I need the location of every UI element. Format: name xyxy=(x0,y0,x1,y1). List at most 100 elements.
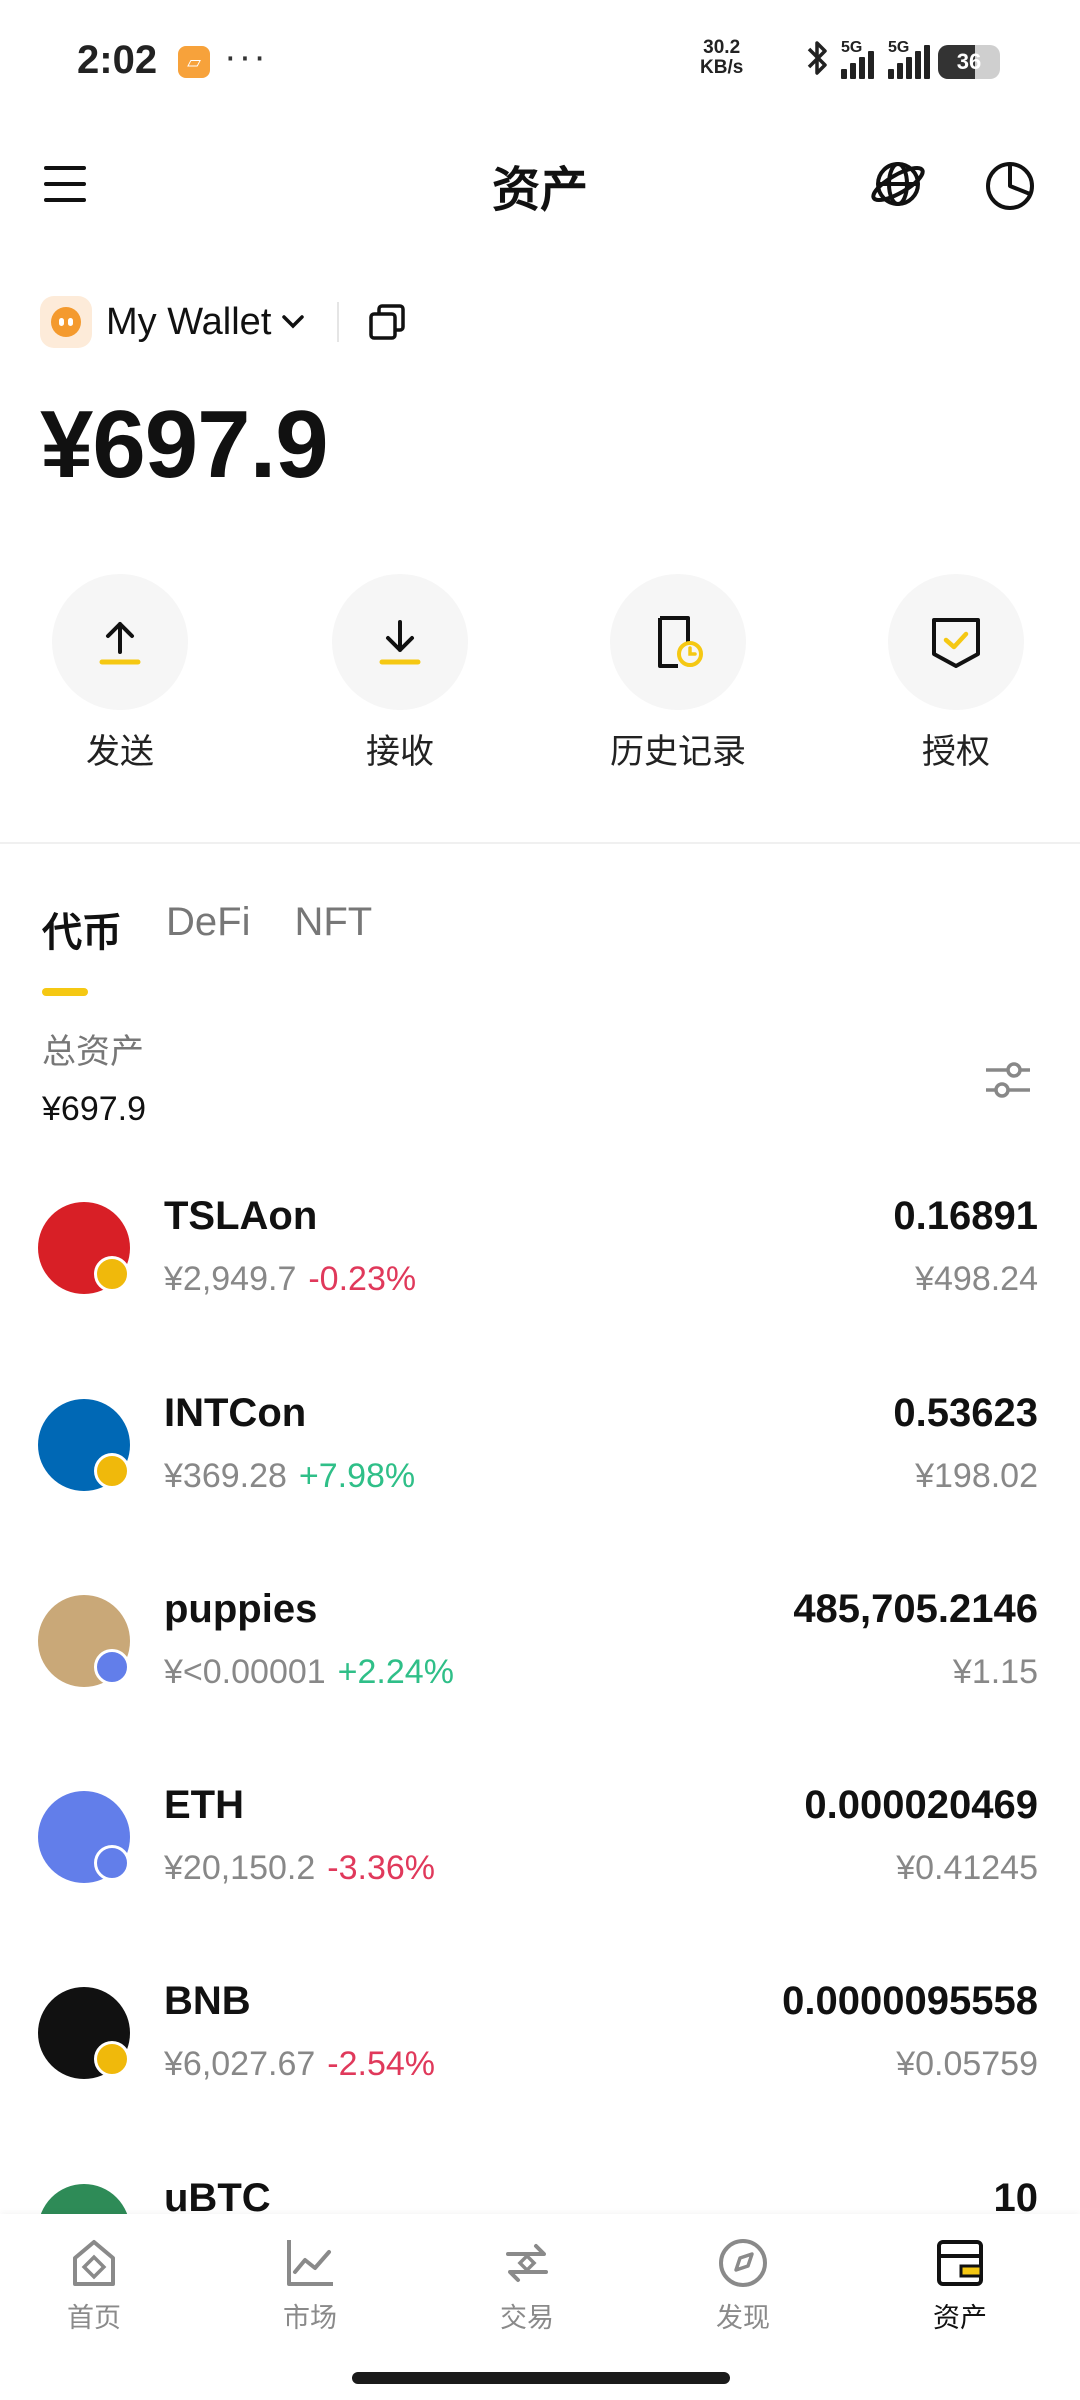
pie-chart-icon[interactable] xyxy=(980,154,1040,214)
nav-discover-label: 发现 xyxy=(716,2303,770,2333)
nav-market[interactable]: 市场 xyxy=(240,2234,380,2335)
swap-icon xyxy=(506,2244,548,2282)
chain-badge-icon xyxy=(94,1649,130,1685)
history-document-icon xyxy=(658,616,703,668)
token-symbol: ETH xyxy=(164,1783,244,1827)
total-assets-value: ¥697.9 xyxy=(42,1090,146,1128)
nav-discover[interactable]: 发现 xyxy=(673,2234,813,2335)
battery-level: 36 xyxy=(956,49,982,74)
token-change: +2.24% xyxy=(337,1653,454,1691)
signal-1-icon: 5G xyxy=(841,39,874,79)
token-row[interactable]: BNB ¥6,027.67 -2.54% 0.0000095558 ¥0.05759 xyxy=(0,1973,1080,2123)
token-symbol: TSLAon xyxy=(164,1194,318,1238)
network-speed-value: 30.2 xyxy=(703,37,741,58)
upload-arrow-icon xyxy=(99,622,141,665)
token-price: ¥<0.00001 xyxy=(164,1653,326,1691)
token-row[interactable]: INTCon ¥369.28 +7.98% 0.53623 ¥198.02 xyxy=(0,1385,1080,1535)
token-symbol: INTCon xyxy=(164,1391,307,1435)
nav-trade[interactable]: 交易 xyxy=(457,2234,597,2335)
token-price: ¥20,150.2 xyxy=(164,1849,316,1887)
token-price-line: ¥369.28 +7.98% xyxy=(164,1457,415,1496)
section-divider xyxy=(0,842,1080,844)
nav-home[interactable]: 首页 xyxy=(24,2234,164,2335)
send-button[interactable]: 发送 xyxy=(10,574,230,773)
nav-assets[interactable]: 资产 xyxy=(890,2234,1030,2335)
network-speed: 30.2 KB/s xyxy=(700,38,743,78)
quick-actions: 发送 接收 历史记录 授权 xyxy=(0,574,1080,774)
app-header: 资产 xyxy=(0,140,1080,230)
token-amount: 0.000020469 xyxy=(804,1783,1038,1827)
tab-nft[interactable]: NFT xyxy=(294,900,372,1000)
token-fiat-value: ¥0.05759 xyxy=(896,2045,1038,2083)
nav-trade-label: 交易 xyxy=(500,2303,554,2333)
token-symbol: puppies xyxy=(164,1587,318,1631)
wallet-balance: ¥697.9 xyxy=(40,391,329,498)
receive-button[interactable]: 接收 xyxy=(290,574,510,773)
nav-market-label: 市场 xyxy=(283,2303,337,2333)
token-row[interactable]: puppies ¥<0.00001 +2.24% 485,705.2146 ¥1.15 xyxy=(0,1581,1080,1731)
compass-icon xyxy=(719,2239,767,2287)
nav-assets-label: 资产 xyxy=(933,2303,987,2333)
home-indicator xyxy=(352,2372,730,2384)
token-price-line: ¥20,150.2 -3.36% xyxy=(164,1849,435,1888)
download-arrow-icon xyxy=(379,620,421,665)
token-fiat-value: ¥198.02 xyxy=(915,1457,1038,1495)
token-amount: 0.53623 xyxy=(893,1391,1038,1435)
signal-1-label: 5G xyxy=(841,39,863,56)
network-speed-unit: KB/s xyxy=(700,57,744,78)
token-change: -3.36% xyxy=(327,1849,435,1887)
token-price-line: ¥6,027.67 -2.54% xyxy=(164,2045,435,2084)
network-globe-icon[interactable] xyxy=(868,154,928,214)
token-row[interactable]: TSLAon ¥2,949.7 -0.23% 0.16891 ¥498.24 xyxy=(0,1188,1080,1338)
token-price-line: ¥<0.00001 +2.24% xyxy=(164,1653,454,1692)
battery-icon: 36 xyxy=(938,45,1000,79)
token-change: -0.23% xyxy=(308,1260,417,1298)
token-price: ¥369.28 xyxy=(164,1457,287,1495)
token-fiat-value: ¥498.24 xyxy=(915,1260,1038,1298)
token-change: +7.98% xyxy=(298,1457,416,1495)
chain-badge-icon xyxy=(94,1453,130,1489)
token-amount: 0.16891 xyxy=(893,1194,1038,1238)
authorize-button[interactable]: 授权 xyxy=(846,574,1066,773)
status-time: 2:02 xyxy=(77,38,158,82)
chain-badge-icon xyxy=(94,2041,130,2077)
status-bar: 2:02 ▱ ··· 30.2 KB/s 5G 5G 36 xyxy=(0,0,1080,124)
signal-2-icon: 5G xyxy=(888,39,930,79)
chart-icon xyxy=(287,2240,333,2286)
token-price: ¥6,027.67 xyxy=(164,2045,316,2083)
signal-2-label: 5G xyxy=(888,39,910,56)
tab-defi[interactable]: DeFi xyxy=(166,900,250,1000)
chain-badge-icon xyxy=(94,1845,130,1881)
asset-tabs: 代币 DeFi NFT xyxy=(42,900,372,1000)
authorize-label: 授权 xyxy=(922,733,990,771)
wallet-icon xyxy=(937,2240,983,2286)
nav-home-label: 首页 xyxy=(67,2303,121,2333)
receive-label: 接收 xyxy=(366,733,434,771)
token-fiat-value: ¥1.15 xyxy=(952,1653,1038,1691)
tab-tokens[interactable]: 代币 xyxy=(42,900,122,1000)
chevron-down-icon xyxy=(282,315,305,329)
send-label: 发送 xyxy=(86,733,154,771)
chain-badge-icon xyxy=(94,1256,130,1292)
copy-address-icon[interactable] xyxy=(367,302,407,342)
more-notifications-icon: ··· xyxy=(224,36,268,78)
history-label: 历史记录 xyxy=(610,733,746,771)
token-row[interactable]: ETH ¥20,150.2 -3.36% 0.000020469 ¥0.41245 xyxy=(0,1777,1080,1927)
total-assets-label: 总资产 xyxy=(42,1033,144,1071)
shield-check-icon xyxy=(932,618,980,668)
token-change: -2.54% xyxy=(327,2045,435,2083)
wallet-avatar-icon xyxy=(40,296,92,348)
filter-settings-icon[interactable] xyxy=(982,1054,1034,1106)
token-amount: 0.0000095558 xyxy=(782,1979,1038,2023)
token-fiat-value: ¥0.41245 xyxy=(896,1849,1038,1887)
notification-app-icon: ▱ xyxy=(178,46,210,78)
token-amount: 485,705.2146 xyxy=(793,1587,1038,1631)
divider xyxy=(337,302,340,342)
home-icon xyxy=(73,2240,115,2286)
token-symbol: BNB xyxy=(164,1979,251,2023)
wallet-name: My Wallet xyxy=(106,300,272,343)
token-price: ¥2,949.7 xyxy=(164,1260,297,1298)
wallet-selector[interactable]: My Wallet xyxy=(40,290,407,354)
bluetooth-icon xyxy=(803,39,833,86)
history-button[interactable]: 历史记录 xyxy=(568,574,788,773)
